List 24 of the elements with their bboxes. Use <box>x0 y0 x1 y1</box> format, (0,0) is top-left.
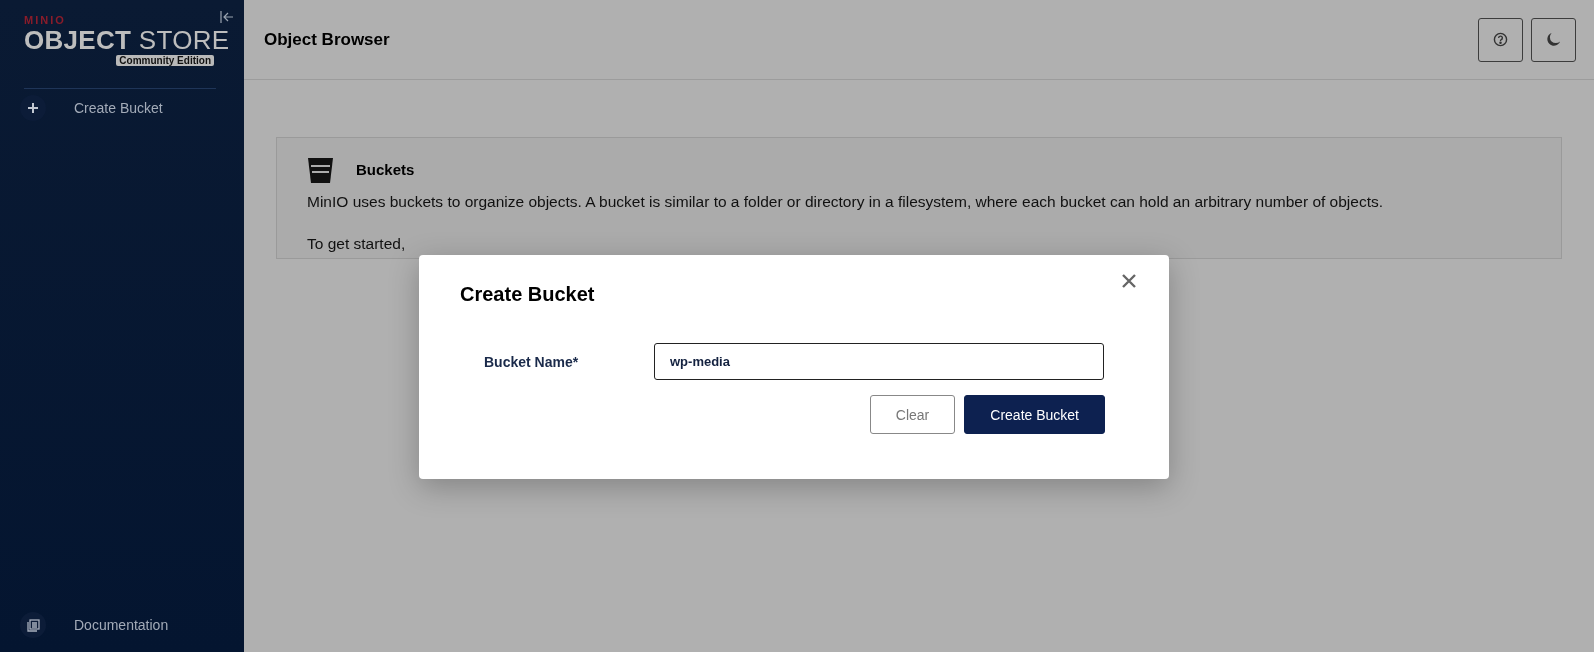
nav-item[interactable]: Create Bucket <box>74 100 163 116</box>
moon-icon <box>1546 32 1561 47</box>
nav-item[interactable]: Documentation <box>74 617 169 633</box>
bucket-icon <box>307 156 334 183</box>
card-title: Buckets <box>356 161 415 178</box>
create-button[interactable]: Create Bucket <box>964 395 1105 434</box>
card-description: MinIO uses buckets to organize objects. A bucket is similar to a folder or directory in a filesystem, where each bucket can hold an arbitrary number of objects. <box>307 193 1385 211</box>
close-button[interactable] <box>1121 273 1137 289</box>
help-icon <box>1493 32 1508 47</box>
page-title: Object Browser <box>264 29 391 50</box>
plus-icon <box>27 102 39 114</box>
document-icon <box>26 618 40 632</box>
close-icon <box>1121 273 1137 289</box>
clear-button[interactable]: Clear <box>869 395 956 434</box>
edition-badge: Community Edition <box>116 55 214 66</box>
brand-logo-text: MINIO <box>24 14 66 26</box>
card-hint: To get started, <box>307 235 407 253</box>
bucket-name-field[interactable]: wp-media <box>654 343 1104 380</box>
theme-button[interactable] <box>1531 17 1576 62</box>
collapse-icon[interactable] <box>220 11 234 23</box>
product-name: OBJECT STORE <box>24 26 230 54</box>
help-button[interactable] <box>1478 17 1523 62</box>
dialog-title: Create Bucket <box>460 283 596 306</box>
field-label: Bucket Name* <box>483 353 580 370</box>
